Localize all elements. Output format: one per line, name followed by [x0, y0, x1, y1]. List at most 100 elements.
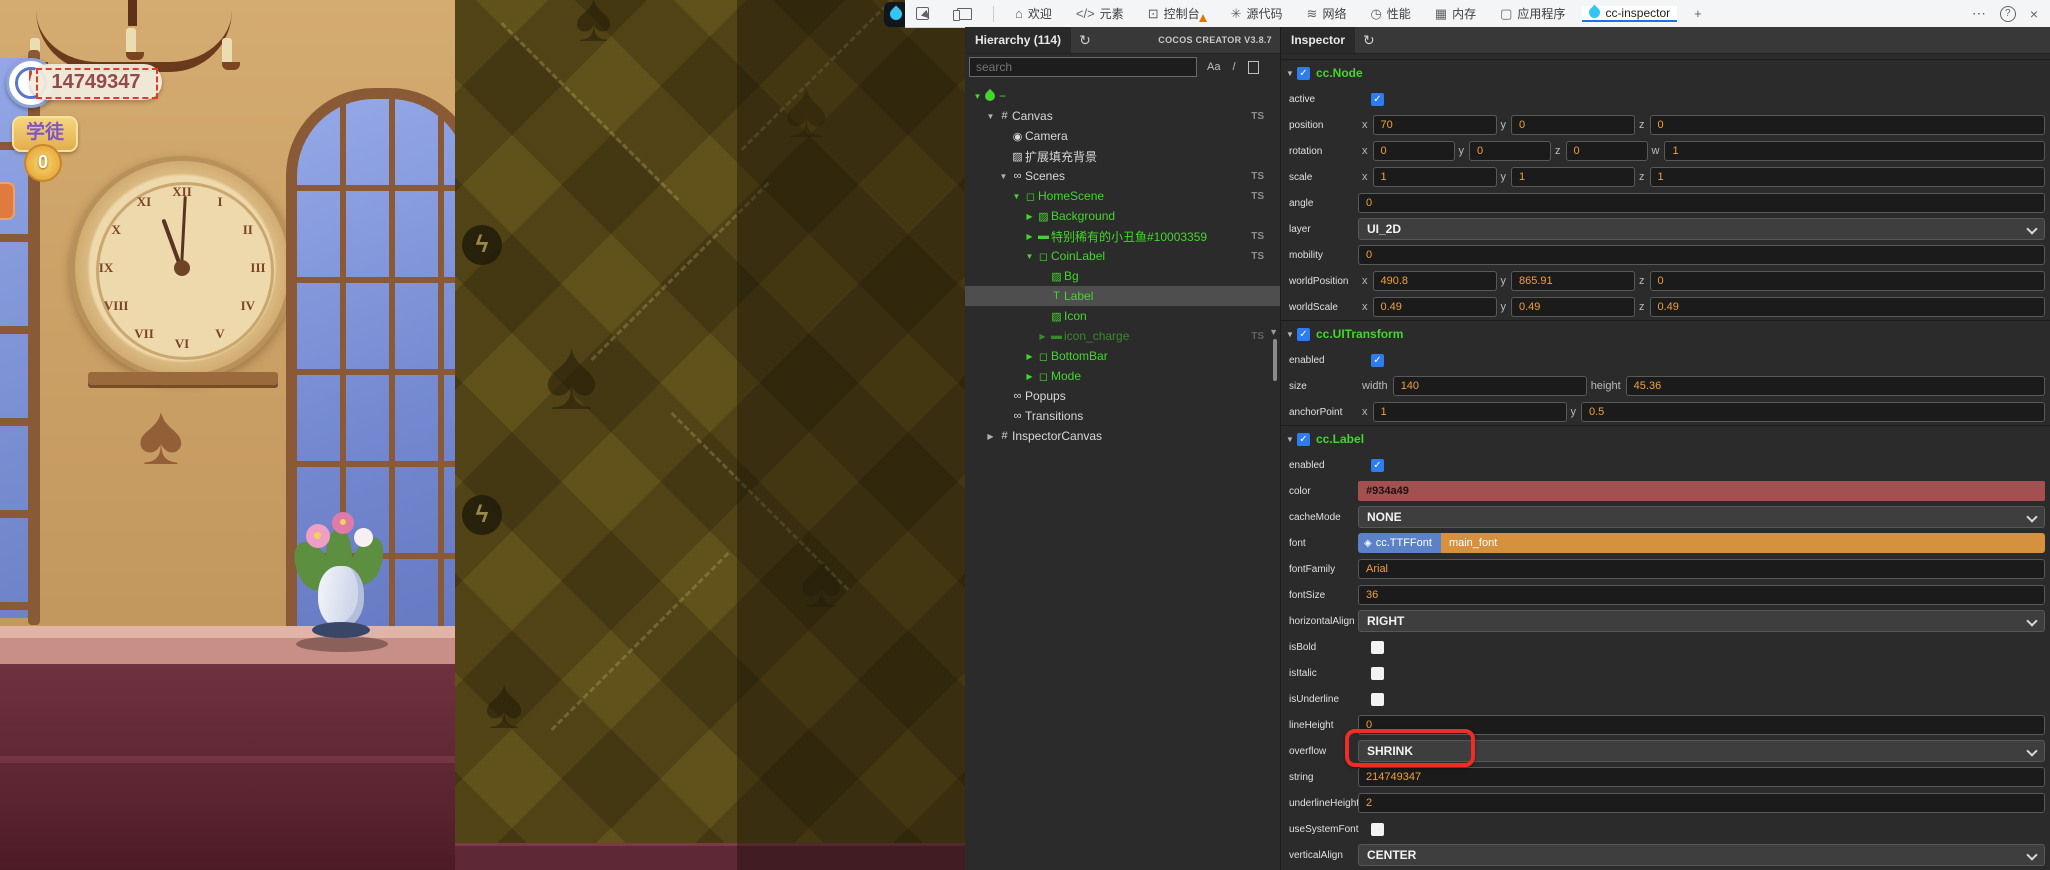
- input-worldPosition-y[interactable]: 865.91: [1511, 271, 1635, 291]
- tab-network[interactable]: ≋ 网络: [1300, 5, 1354, 22]
- input-size-width[interactable]: 140: [1392, 376, 1587, 396]
- color-swatch[interactable]: #934a49: [1358, 481, 2045, 501]
- input-position-z[interactable]: 0: [1649, 115, 2045, 135]
- input-size-height[interactable]: 45.36: [1625, 376, 2045, 396]
- tab-memory[interactable]: ▦ 内存: [1428, 5, 1483, 22]
- expand-down-icon[interactable]: ▼: [1010, 192, 1023, 201]
- hierarchy-node-Icon[interactable]: ▨ Icon: [965, 306, 1280, 326]
- hierarchy-node-CoinLabel[interactable]: ▼ ◻ CoinLabel TS: [965, 246, 1280, 266]
- select-horizontalAlign[interactable]: RIGHT: [1358, 610, 2045, 632]
- component-enabled-checkbox[interactable]: ✓: [1297, 327, 1310, 341]
- expand-down-icon[interactable]: ▼: [1023, 252, 1036, 261]
- input-fontFamily[interactable]: Arial: [1358, 559, 2045, 579]
- checkbox-enabled[interactable]: ✓: [1371, 353, 1384, 367]
- charge-icon[interactable]: ϟ: [462, 495, 502, 535]
- hierarchy-node-Background[interactable]: ▶ ▨ Background: [965, 206, 1280, 226]
- hierarchy-node-Scenes[interactable]: ▼ ∞ Scenes TS: [965, 166, 1280, 186]
- input-scale-x[interactable]: 1: [1372, 167, 1497, 187]
- expand-right-icon[interactable]: ▶: [1023, 212, 1036, 221]
- expand-right-icon[interactable]: ▶: [1023, 352, 1036, 361]
- input-worldPosition-x[interactable]: 490.8: [1372, 271, 1497, 291]
- input-worldScale-x[interactable]: 0.49: [1372, 297, 1497, 317]
- refresh-icon[interactable]: ↻: [1355, 32, 1383, 49]
- copy-icon[interactable]: [1247, 57, 1262, 74]
- checkbox-isBold[interactable]: [1371, 640, 1384, 654]
- search-input[interactable]: [969, 57, 1197, 77]
- input-string[interactable]: 214749347: [1358, 767, 2045, 787]
- hierarchy-node-icon_charge[interactable]: ▶ ▬ icon_charge TS: [965, 326, 1280, 346]
- close-devtools-button[interactable]: ×: [2030, 6, 2038, 22]
- more-options-button[interactable]: ⋯: [1972, 5, 1986, 22]
- tab-new-tab[interactable]: +: [1687, 6, 1709, 21]
- tab-welcome[interactable]: ⌂ 欢迎: [1008, 5, 1059, 22]
- input-position-y[interactable]: 0: [1511, 115, 1635, 135]
- match-case-button[interactable]: Aa: [1207, 61, 1220, 73]
- tab-elements[interactable]: </> 元素: [1069, 5, 1131, 22]
- component-enabled-checkbox[interactable]: ✓: [1297, 432, 1310, 446]
- input-worldScale-y[interactable]: 0.49: [1511, 297, 1635, 317]
- asset-type-chip[interactable]: ◈ cc.TTFFont: [1358, 533, 1441, 553]
- input-scale-z[interactable]: 1: [1649, 167, 2045, 187]
- input-rotation-w[interactable]: 1: [1664, 141, 2045, 161]
- expand-right-icon[interactable]: ▶: [1023, 372, 1036, 381]
- hierarchy-node-Canvas[interactable]: ▼ # Canvas TS: [965, 106, 1280, 126]
- expand-down-icon[interactable]: ▼: [971, 92, 984, 101]
- input-position-x[interactable]: 70: [1372, 115, 1497, 135]
- select-layer[interactable]: UI_2D: [1358, 218, 2045, 240]
- checkbox-useSystemFont[interactable]: [1371, 822, 1384, 836]
- side-drawer-tab[interactable]: [0, 182, 15, 220]
- input-underlineHeight[interactable]: 2: [1358, 793, 2045, 813]
- collapse-icon[interactable]: ▼: [1281, 435, 1297, 444]
- component-enabled-checkbox[interactable]: ✓: [1297, 66, 1310, 80]
- hierarchy-node-Label[interactable]: T Label: [965, 286, 1280, 306]
- input-anchorPoint-y[interactable]: 0.5: [1581, 402, 2045, 422]
- hierarchy-node-Transitions[interactable]: ∞ Transitions: [965, 406, 1280, 426]
- tab-performance[interactable]: ◷ 性能: [1363, 5, 1417, 22]
- tab-console[interactable]: ⊡ 控制台: [1141, 5, 1214, 22]
- hierarchy-node-Camera[interactable]: ◉ Camera: [965, 126, 1280, 146]
- hierarchy-node-BottomBar[interactable]: ▶ ◻ BottomBar: [965, 346, 1280, 366]
- expand-right-icon[interactable]: ▶: [984, 432, 997, 441]
- input-worldScale-z[interactable]: 0.49: [1649, 297, 2045, 317]
- input-angle[interactable]: 0: [1358, 193, 2045, 213]
- input-scale-y[interactable]: 1: [1511, 167, 1635, 187]
- select-verticalAlign[interactable]: CENTER: [1358, 844, 2045, 866]
- hierarchy-node-HomeScene[interactable]: ▼ ◻ HomeScene TS: [965, 186, 1280, 206]
- tab-device-toolbar[interactable]: [946, 7, 979, 21]
- collapse-icon[interactable]: ▼: [1281, 69, 1297, 78]
- charge-icon[interactable]: ϟ: [462, 225, 502, 265]
- regex-button[interactable]: /: [1232, 61, 1235, 73]
- hierarchy-node-扩展填充背景[interactable]: ▨ 扩展填充背景: [965, 146, 1280, 166]
- hierarchy-node-Bg[interactable]: ▨ Bg: [965, 266, 1280, 286]
- hierarchy-node-InspectorCanvas[interactable]: ▶ # InspectorCanvas: [965, 426, 1280, 446]
- scrollbar-arrow-icon[interactable]: ▼: [1269, 327, 1278, 337]
- help-button[interactable]: ?: [1999, 5, 2016, 22]
- scrollbar-thumb[interactable]: [1273, 339, 1277, 381]
- tab-inspect-element[interactable]: [909, 7, 936, 20]
- checkbox-isItalic[interactable]: [1371, 666, 1384, 680]
- input-rotation-x[interactable]: 0: [1372, 141, 1455, 161]
- asset-value[interactable]: main_font: [1440, 533, 2045, 553]
- input-rotation-z[interactable]: 0: [1565, 141, 1648, 161]
- expand-down-icon[interactable]: ▼: [997, 172, 1010, 181]
- checkbox-isUnderline[interactable]: [1371, 692, 1384, 706]
- checkbox-enabled[interactable]: ✓: [1371, 458, 1384, 472]
- hierarchy-node-Popups[interactable]: ∞ Popups: [965, 386, 1280, 406]
- tab-cc-inspector[interactable]: cc-inspector: [1582, 4, 1678, 22]
- hierarchy-node-Mode[interactable]: ▶ ◻ Mode: [965, 366, 1280, 386]
- input-fontSize[interactable]: 36: [1358, 585, 2045, 605]
- expand-right-icon[interactable]: ▶: [1036, 332, 1049, 341]
- expand-down-icon[interactable]: ▼: [984, 112, 997, 121]
- input-mobility[interactable]: 0: [1358, 245, 2045, 265]
- hierarchy-node-特别稀有的小丑鱼#10003359[interactable]: ▶ ▬ 特别稀有的小丑鱼#10003359 TS: [965, 226, 1280, 246]
- checkbox-active[interactable]: ✓: [1371, 92, 1384, 106]
- tab-application[interactable]: ▢ 应用程序: [1493, 5, 1572, 22]
- tab-sources[interactable]: ✳ 源代码: [1224, 5, 1290, 22]
- refresh-icon[interactable]: ↻: [1071, 32, 1099, 49]
- input-anchorPoint-x[interactable]: 1: [1372, 402, 1567, 422]
- select-cacheMode[interactable]: NONE: [1358, 506, 2045, 528]
- input-worldPosition-z[interactable]: 0: [1649, 271, 2045, 291]
- collapse-icon[interactable]: ▼: [1281, 330, 1297, 339]
- input-rotation-y[interactable]: 0: [1469, 141, 1551, 161]
- expand-right-icon[interactable]: ▶: [1023, 232, 1036, 241]
